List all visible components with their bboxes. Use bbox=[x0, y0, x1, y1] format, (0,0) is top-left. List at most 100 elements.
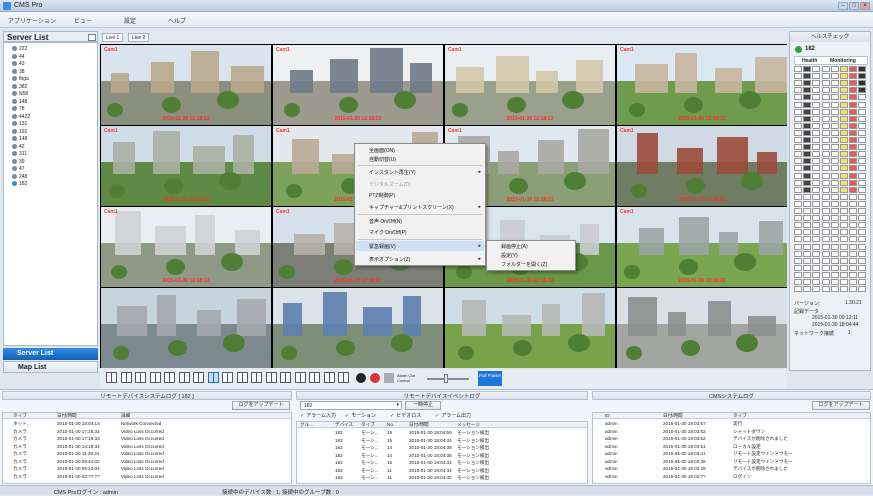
health-cell[interactable] bbox=[830, 73, 839, 80]
tab-live-2[interactable]: Live 2 bbox=[128, 33, 150, 42]
health-cell[interactable] bbox=[812, 208, 821, 214]
health-cell[interactable] bbox=[849, 264, 858, 271]
health-cell[interactable] bbox=[858, 122, 867, 129]
health-cell[interactable] bbox=[858, 144, 867, 151]
maximize-button[interactable]: □ bbox=[849, 2, 859, 10]
health-cell[interactable] bbox=[794, 115, 802, 122]
health-cell[interactable] bbox=[794, 250, 802, 257]
health-cell[interactable] bbox=[803, 122, 812, 129]
nav-server-list[interactable]: Server List bbox=[3, 348, 98, 360]
health-cell[interactable] bbox=[803, 264, 812, 271]
health-cell[interactable] bbox=[821, 257, 830, 264]
health-cell[interactable] bbox=[858, 264, 867, 271]
layout-button[interactable] bbox=[265, 372, 277, 383]
health-cell[interactable] bbox=[830, 243, 839, 250]
health-cell[interactable] bbox=[812, 66, 821, 72]
camera-tile[interactable]: Cam1 2015-01-30 12:18:22 bbox=[445, 45, 615, 125]
menu-mic-toggle[interactable]: マイク On/Off(P) bbox=[369, 229, 407, 236]
health-cell[interactable] bbox=[821, 94, 830, 101]
health-cell[interactable] bbox=[812, 122, 821, 129]
camera-tile[interactable] bbox=[445, 288, 615, 368]
health-cell[interactable] bbox=[849, 243, 858, 250]
health-cell[interactable] bbox=[821, 264, 830, 271]
camera-tile[interactable]: Cam1 2015-01-30 12:18:22 bbox=[617, 207, 787, 287]
health-cell[interactable] bbox=[849, 172, 858, 179]
health-cell[interactable] bbox=[812, 179, 821, 186]
update-log-button-3[interactable]: ログをアップデート bbox=[812, 401, 870, 410]
health-cell[interactable] bbox=[821, 186, 830, 193]
health-cell[interactable] bbox=[821, 172, 830, 179]
column-header[interactable]: 日付/時間 bbox=[409, 422, 429, 428]
health-cell[interactable] bbox=[840, 222, 848, 229]
health-cell[interactable] bbox=[794, 165, 802, 172]
health-cell[interactable] bbox=[849, 122, 858, 129]
health-cell[interactable] bbox=[812, 87, 821, 94]
layout-button[interactable] bbox=[135, 372, 146, 383]
menu-application[interactable]: アプリケーション bbox=[8, 16, 56, 25]
layout-button[interactable] bbox=[338, 372, 349, 383]
layout-button[interactable] bbox=[222, 372, 233, 383]
health-cell[interactable] bbox=[794, 257, 802, 264]
health-cell[interactable] bbox=[812, 108, 821, 115]
column-header[interactable]: グル... bbox=[300, 422, 313, 428]
health-cell[interactable] bbox=[840, 129, 848, 136]
health-cell[interactable] bbox=[858, 186, 867, 193]
health-cell[interactable] bbox=[840, 193, 848, 200]
health-cell[interactable] bbox=[858, 215, 867, 222]
table-row[interactable]: 182 モーシ... 16 2015-01-30 18:04:44 モーション検出 bbox=[297, 438, 587, 444]
menu-fullscreen[interactable]: 全画面(ON) bbox=[369, 147, 395, 154]
table-row[interactable]: 182 モーシ... 14 2015-01-30 18:04:38 モーション検出 bbox=[297, 445, 587, 451]
health-cell[interactable] bbox=[858, 108, 867, 115]
menu-capture-print[interactable]: キャプチャー&プリントスクリーン(X) bbox=[369, 204, 454, 211]
server-tree-item[interactable]: 78 bbox=[12, 106, 25, 113]
table-row[interactable]: 182 モーシ... 11 2015-01-30 18:04:34 モーション検出 bbox=[297, 468, 587, 474]
health-cell[interactable] bbox=[858, 94, 867, 101]
table-row[interactable]: 182 モーシ... 11 2015-01-30 18:04:30 モーション検出 bbox=[297, 475, 587, 481]
layout-button[interactable] bbox=[207, 372, 219, 383]
health-cell[interactable] bbox=[849, 115, 858, 122]
health-cell[interactable] bbox=[858, 101, 867, 108]
health-cell[interactable] bbox=[803, 250, 812, 257]
health-cell[interactable] bbox=[858, 172, 867, 179]
health-cell[interactable] bbox=[812, 229, 821, 236]
health-cell[interactable] bbox=[812, 222, 821, 229]
health-cell[interactable] bbox=[794, 186, 802, 193]
health-cell[interactable] bbox=[803, 186, 812, 193]
health-cell[interactable] bbox=[858, 80, 867, 87]
health-cell[interactable] bbox=[858, 179, 867, 186]
column-header[interactable]: デバイス bbox=[335, 422, 353, 428]
health-cell[interactable] bbox=[803, 172, 812, 179]
health-cell[interactable] bbox=[849, 208, 858, 214]
server-tree-item[interactable]: 38 bbox=[12, 68, 25, 76]
health-cell[interactable] bbox=[812, 80, 821, 87]
record-icon[interactable] bbox=[370, 373, 380, 383]
health-cell[interactable] bbox=[812, 286, 821, 293]
table-row[interactable]: admin 2015-01-30 18:03:41 リモート設定ウインドウモー bbox=[593, 451, 870, 457]
health-cell[interactable] bbox=[812, 115, 821, 122]
health-cell[interactable] bbox=[821, 271, 830, 278]
health-cell[interactable] bbox=[821, 279, 830, 285]
table-row[interactable]: admin 2015-01-30 18:03:57 実行 bbox=[593, 421, 870, 427]
health-cell[interactable] bbox=[849, 66, 858, 72]
health-cell[interactable] bbox=[830, 158, 839, 165]
health-cell[interactable] bbox=[849, 215, 858, 222]
close-button[interactable]: × bbox=[860, 2, 870, 10]
health-cell[interactable] bbox=[830, 208, 839, 214]
camera-tile[interactable] bbox=[617, 288, 787, 368]
health-cell[interactable] bbox=[858, 193, 867, 200]
server-tree-item[interactable]: 4422 bbox=[12, 113, 30, 121]
menu-audio-toggle[interactable]: 音声 On/Off(N) bbox=[369, 218, 402, 225]
health-cell[interactable] bbox=[803, 229, 812, 236]
health-cell[interactable] bbox=[794, 222, 802, 229]
health-cell[interactable] bbox=[840, 215, 848, 222]
health-cell[interactable] bbox=[812, 158, 821, 165]
health-cell[interactable] bbox=[830, 271, 839, 278]
submenu-open-folder[interactable]: フォルダーを開く(Z) bbox=[501, 261, 547, 268]
health-cell[interactable] bbox=[794, 66, 802, 72]
health-cell[interactable] bbox=[821, 243, 830, 250]
health-cell[interactable] bbox=[858, 137, 867, 143]
health-cell[interactable] bbox=[803, 151, 812, 158]
nav-map-list[interactable]: Map List bbox=[3, 361, 98, 373]
health-cell[interactable] bbox=[821, 250, 830, 257]
menu-view[interactable]: ビュー bbox=[74, 16, 92, 25]
